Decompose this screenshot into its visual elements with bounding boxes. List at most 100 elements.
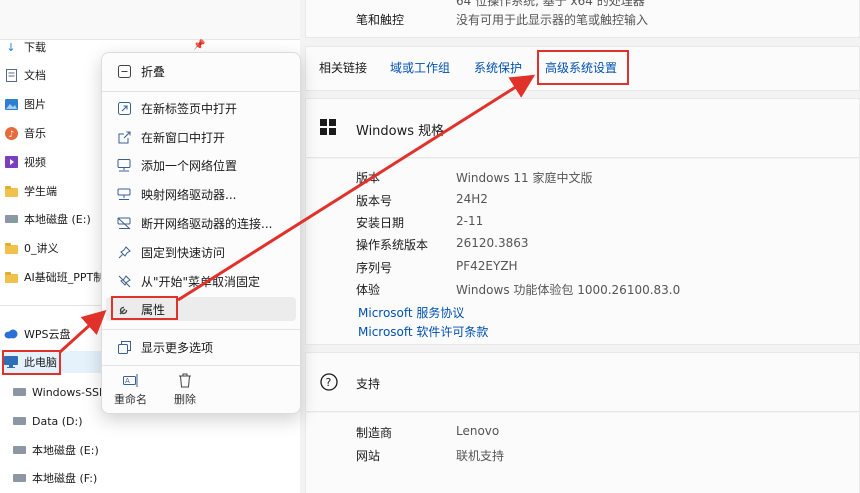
advanced-settings-highlight-box: [537, 50, 629, 85]
spec-row: 安装日期 2-11: [356, 214, 484, 230]
support-title: 支持: [356, 377, 381, 391]
nav-item-label: Data (D:): [32, 414, 83, 428]
spec-row: 序列号 PF42EYZH: [356, 259, 518, 275]
windows-spec-body: 版本 Windows 11 家庭中文版 版本号 24H2 安装日期 2-11 操作系统…: [305, 159, 860, 345]
device-spec-card: 64 位操作系统, 基于 x64 的处理器 笔和触控 没有可用于此显示器的笔或触…: [305, 0, 860, 38]
music-icon: ♪: [4, 126, 18, 140]
related-links-title: 相关链接: [319, 61, 368, 75]
nav-item-label: 下载: [24, 41, 46, 54]
system-type-row: 64 位操作系统, 基于 x64 的处理器: [456, 0, 645, 8]
pen-touch-row: 笔和触控 没有可用于此显示器的笔或触控输入: [356, 13, 649, 27]
drive-icon: [4, 212, 18, 226]
pin-icon: 📌: [193, 40, 206, 51]
nav-item-videos[interactable]: 视频: [4, 151, 46, 173]
nav-item-label: 音乐: [24, 127, 46, 140]
delete-button[interactable]: 删除: [174, 373, 196, 407]
nav-item-ai-ppt-folder[interactable]: AI基础班_PPT制: [4, 266, 104, 288]
nav-item-local-disk-e2[interactable]: 本地磁盘 (E:): [12, 439, 99, 461]
menu-item-add-network-location[interactable]: 添加一个网络位置: [106, 153, 296, 177]
system-protection-link[interactable]: 系统保护: [474, 59, 522, 76]
windows-spec-title: Windows 规格: [356, 124, 445, 139]
nav-item-downloads[interactable]: ↓ 下载: [4, 36, 46, 58]
nav-item-label: 本地磁盘 (F:): [32, 472, 98, 485]
new-tab-icon: [116, 100, 132, 116]
menu-item-show-more-options[interactable]: 显示更多选项: [106, 335, 296, 359]
new-window-icon: [116, 129, 132, 145]
nav-item-label: 本地磁盘 (E:): [24, 213, 91, 226]
nav-item-local-disk-e[interactable]: 本地磁盘 (E:): [4, 208, 91, 230]
menu-item-disconnect-network-drive[interactable]: 断开网络驱动器的连接...: [106, 211, 296, 235]
spec-row: 版本 Windows 11 家庭中文版: [356, 171, 593, 185]
picture-icon: [4, 97, 18, 111]
svg-text:A: A: [125, 377, 130, 385]
nav-top-strip: [0, 0, 300, 40]
windows-logo-icon: [320, 119, 336, 138]
online-support-link[interactable]: 联机支持: [456, 447, 504, 464]
ms-license-terms-link[interactable]: Microsoft 软件许可条款: [358, 323, 488, 340]
video-icon: [4, 155, 18, 169]
nav-item-pictures[interactable]: 图片: [4, 93, 46, 115]
folder-icon: [4, 270, 18, 284]
windows-spec-header[interactable]: Windows 规格: [305, 98, 860, 158]
more-options-icon: [116, 339, 132, 355]
context-menu: 折叠 在新标签页中打开 在新窗口中打开 添加一个网络位置 映射网络驱动器... …: [101, 52, 301, 414]
nav-item-student-folder[interactable]: 学生端: [4, 180, 57, 202]
nav-item-handouts-folder[interactable]: 0_讲义: [4, 237, 59, 259]
spec-row: 操作系统版本 26120.3863: [356, 236, 529, 252]
support-row: 网站 联机支持: [356, 447, 505, 464]
spec-row: 体验 Windows 功能体验包 1000.26100.83.0: [356, 283, 681, 297]
rename-button[interactable]: A 重命名: [114, 373, 147, 407]
nav-item-label: Windows-SSD: [32, 385, 108, 399]
support-row: 制造商 Lenovo: [356, 424, 500, 440]
menu-item-map-network-drive[interactable]: 映射网络驱动器...: [106, 182, 296, 206]
nav-item-data-d[interactable]: Data (D:): [12, 410, 83, 432]
menu-item-pin-quick-access[interactable]: 固定到快速访问: [106, 240, 296, 264]
cloud-icon: [4, 327, 18, 341]
disconnect-drive-icon: [116, 215, 132, 231]
menu-divider: [102, 329, 300, 330]
menu-item-collapse[interactable]: 折叠: [106, 59, 296, 83]
nav-item-label: 本地磁盘 (E:): [32, 444, 99, 457]
domain-workgroup-link[interactable]: 域或工作组: [390, 59, 450, 76]
nav-item-label: 0_讲义: [24, 242, 59, 255]
nav-item-label: 学生端: [24, 185, 57, 198]
unpin-icon: [116, 273, 132, 289]
drive-icon: [12, 471, 26, 485]
menu-item-unpin-start[interactable]: 从"开始"菜单取消固定: [106, 269, 296, 293]
collapse-icon: [116, 63, 132, 79]
nav-item-windows-ssd[interactable]: Windows-SSD: [12, 381, 108, 403]
trash-icon: [178, 373, 192, 391]
nav-item-wps-cloud[interactable]: WPS云盘: [4, 323, 71, 345]
document-icon: [4, 68, 18, 82]
properties-highlight-box: [111, 296, 178, 320]
folder-icon: [4, 241, 18, 255]
nav-item-label: 视频: [24, 156, 46, 169]
nav-item-music[interactable]: ♪ 音乐: [4, 122, 46, 144]
drive-icon: [12, 385, 26, 399]
svg-text:?: ?: [326, 376, 332, 389]
nav-item-label: 图片: [24, 98, 46, 111]
this-pc-highlight-box: [2, 350, 61, 375]
menu-divider: [102, 91, 300, 92]
nav-item-label: WPS云盘: [24, 328, 71, 341]
folder-icon: [4, 184, 18, 198]
spec-row: 版本号 24H2: [356, 192, 488, 208]
nav-item-label: 文档: [24, 69, 46, 82]
rename-icon: A: [122, 373, 139, 391]
nav-item-local-disk-f[interactable]: 本地磁盘 (F:): [12, 467, 97, 489]
nav-item-label: AI基础班_PPT制: [24, 271, 105, 284]
ms-service-agreement-link[interactable]: Microsoft 服务协议: [358, 304, 464, 321]
menu-item-open-new-window[interactable]: 在新窗口中打开: [106, 125, 296, 149]
menu-divider: [102, 365, 300, 366]
drive-icon: [12, 414, 26, 428]
svg-text:♪: ♪: [8, 130, 14, 140]
drive-icon: [12, 443, 26, 457]
support-header[interactable]: ? 支持: [305, 352, 860, 412]
menu-item-open-new-tab[interactable]: 在新标签页中打开: [106, 96, 296, 120]
pin-icon: [116, 244, 132, 260]
help-icon: ?: [320, 373, 338, 394]
map-drive-icon: [116, 186, 132, 202]
network-location-icon: [116, 157, 132, 173]
download-icon: ↓: [6, 40, 16, 54]
nav-item-documents[interactable]: 文档: [4, 64, 46, 86]
